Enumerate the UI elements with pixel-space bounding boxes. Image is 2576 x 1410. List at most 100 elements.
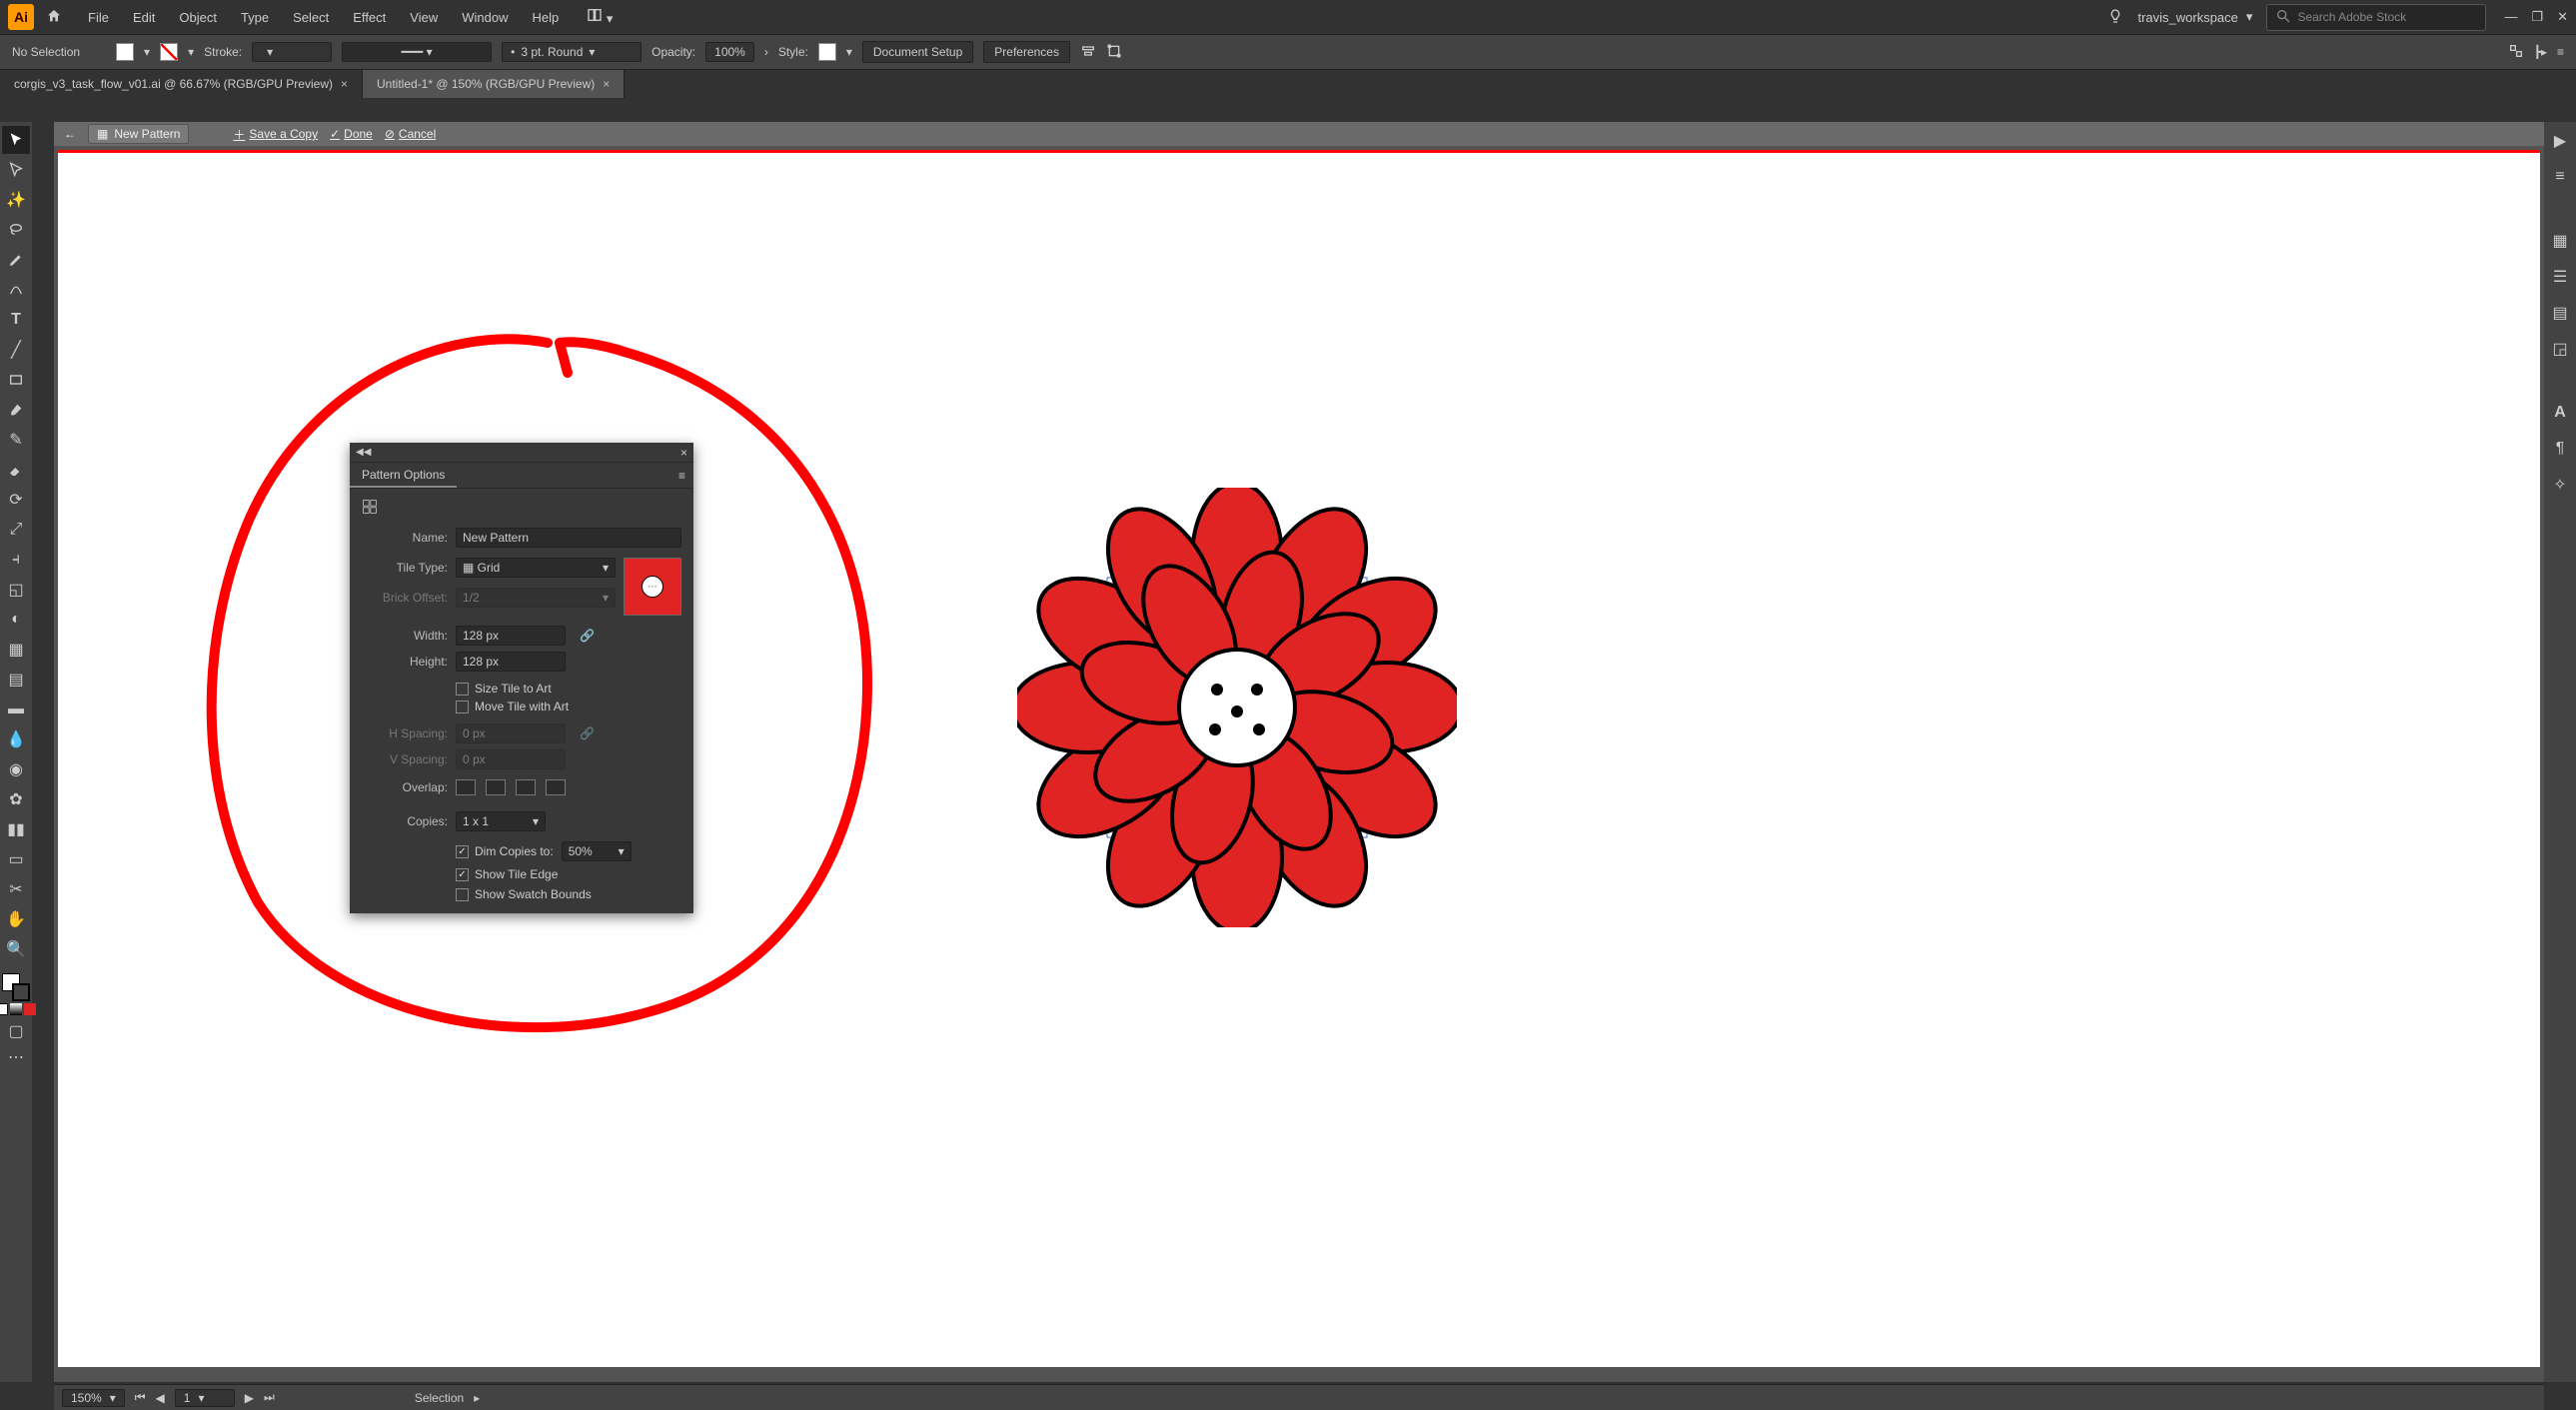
document-tab[interactable]: corgis_v3_task_flow_v01.ai @ 66.67% (RGB…: [0, 70, 363, 98]
screen-mode[interactable]: ▢: [2, 1017, 30, 1045]
done-link[interactable]: ✓Done: [330, 127, 373, 141]
menu-type[interactable]: Type: [231, 6, 279, 29]
properties-panel-icon[interactable]: ≡: [2549, 166, 2571, 188]
menu-file[interactable]: File: [78, 6, 119, 29]
arrange-documents-icon[interactable]: ▾: [587, 7, 613, 27]
type-tool[interactable]: T: [2, 306, 30, 334]
menu-help[interactable]: Help: [522, 6, 569, 29]
document-setup-button[interactable]: Document Setup: [862, 41, 973, 63]
tile-type-select[interactable]: ▦ Grid▾: [456, 558, 616, 578]
menu-select[interactable]: Select: [283, 6, 339, 29]
panel-tab[interactable]: Pattern Options: [350, 463, 457, 488]
link-dimensions-icon[interactable]: 🔗: [580, 629, 595, 643]
selection-tool[interactable]: [2, 126, 30, 154]
minimize-button[interactable]: —: [2504, 9, 2517, 25]
character-panel-icon[interactable]: A: [2549, 402, 2571, 424]
collapse-icon[interactable]: ◀◀: [356, 447, 371, 458]
rectangle-tool[interactable]: [2, 366, 30, 394]
paragraph-panel-icon[interactable]: ¶: [2549, 438, 2571, 460]
color-mode-row[interactable]: [0, 1003, 36, 1015]
slice-tool[interactable]: ✂: [2, 875, 30, 903]
stroke-weight[interactable]: ▾: [252, 42, 332, 62]
shaper-tool[interactable]: ✎: [2, 426, 30, 454]
grid-panel-icon[interactable]: ▦: [2549, 230, 2571, 252]
canvas[interactable]: ◀◀ × Pattern Options ≡ Name: New Pattern: [54, 150, 2544, 1382]
close-tab-icon[interactable]: ×: [341, 77, 348, 91]
fill-swatch[interactable]: [116, 43, 134, 61]
blend-tool[interactable]: ◉: [2, 755, 30, 783]
move-tile-checkbox[interactable]: Move Tile with Art: [456, 700, 569, 713]
panel-menu-icon[interactable]: ≡: [2557, 45, 2564, 59]
column-graph-tool[interactable]: ▮▮: [2, 815, 30, 843]
preferences-button[interactable]: Preferences: [983, 41, 1070, 63]
pattern-options-panel[interactable]: ◀◀ × Pattern Options ≡ Name: New Pattern: [350, 443, 693, 913]
curvature-tool[interactable]: [2, 276, 30, 304]
status-flyout-icon[interactable]: ▸: [474, 1391, 480, 1405]
libraries-icon[interactable]: ☰: [2549, 266, 2571, 288]
menu-object[interactable]: Object: [169, 6, 227, 29]
brush-definition[interactable]: • 3 pt. Round ▾: [502, 42, 642, 62]
shape-builder-tool[interactable]: ◐: [2, 606, 30, 634]
flower-artwork[interactable]: [1017, 488, 1457, 932]
transform-icon[interactable]: [1106, 43, 1122, 62]
pattern-tile-tool-icon[interactable]: [362, 499, 378, 518]
gradient-tool[interactable]: ▬: [2, 696, 30, 723]
fill-stroke-control[interactable]: [2, 973, 30, 1001]
eraser-tool[interactable]: [2, 456, 30, 484]
menu-view[interactable]: View: [400, 6, 448, 29]
layers-icon[interactable]: ▤: [2549, 302, 2571, 324]
save-a-copy-link[interactable]: ＋Save a Copy: [233, 126, 318, 143]
zoom-level[interactable]: 150% ▾: [62, 1389, 125, 1407]
magic-wand-tool[interactable]: ✨: [2, 186, 30, 214]
overlap-right[interactable]: [486, 779, 506, 795]
artboard[interactable]: ◀◀ × Pattern Options ≡ Name: New Pattern: [58, 150, 2540, 1367]
paintbrush-tool[interactable]: [2, 396, 30, 424]
lasso-tool[interactable]: [2, 216, 30, 244]
prefs-flyout-icon[interactable]: ┣▸: [2534, 45, 2547, 59]
pen-tool[interactable]: [2, 246, 30, 274]
symbol-sprayer-tool[interactable]: ✿: [2, 785, 30, 813]
asset-export-icon[interactable]: ◲: [2549, 338, 2571, 360]
panel-menu-icon[interactable]: ≡: [670, 469, 693, 483]
artboard-number[interactable]: 1 ▾: [175, 1389, 235, 1407]
dim-copies-value[interactable]: 50%▾: [562, 841, 632, 861]
glyphs-panel-icon[interactable]: ✧: [2549, 474, 2571, 496]
direct-selection-tool[interactable]: [2, 156, 30, 184]
align-icon[interactable]: [1080, 43, 1096, 62]
width-tool[interactable]: ⫞: [2, 546, 30, 574]
cancel-link[interactable]: ⊘Cancel: [385, 127, 436, 141]
first-artboard-icon[interactable]: ⏮: [135, 1390, 146, 1405]
zoom-tool[interactable]: 🔍: [2, 935, 30, 963]
next-artboard-icon[interactable]: ▶: [245, 1391, 254, 1405]
show-swatch-bounds-checkbox[interactable]: Show Swatch Bounds: [456, 887, 592, 901]
variable-width-profile[interactable]: ━━━ ▾: [342, 42, 492, 62]
dim-copies-checkbox[interactable]: Dim Copies to:: [456, 844, 554, 858]
stroke-swatch[interactable]: [160, 43, 178, 61]
opacity-value[interactable]: 100%: [705, 42, 754, 62]
close-panel-icon[interactable]: ×: [680, 446, 687, 460]
menu-edit[interactable]: Edit: [123, 6, 165, 29]
width-input[interactable]: 128 px: [456, 626, 566, 646]
size-tile-checkbox[interactable]: Size Tile to Art: [456, 682, 552, 696]
name-input[interactable]: New Pattern: [456, 528, 681, 548]
free-transform-tool[interactable]: ◱: [2, 576, 30, 604]
document-tab-active[interactable]: Untitled-1* @ 150% (RGB/GPU Preview) ×: [363, 70, 625, 98]
opacity-flyout[interactable]: ›: [764, 45, 768, 59]
show-tile-edge-checkbox[interactable]: Show Tile Edge: [456, 867, 558, 881]
maximize-button[interactable]: ❐: [2531, 9, 2543, 25]
height-input[interactable]: 128 px: [456, 652, 566, 672]
close-tab-icon[interactable]: ×: [603, 77, 610, 91]
overlap-left[interactable]: [456, 779, 476, 795]
close-window-button[interactable]: ✕: [2557, 9, 2568, 25]
prev-artboard-icon[interactable]: ◀: [156, 1391, 165, 1405]
menu-window[interactable]: Window: [452, 6, 518, 29]
scale-tool[interactable]: ⤢: [2, 516, 30, 544]
rotate-tool[interactable]: ⟳: [2, 486, 30, 514]
overlap-top[interactable]: [516, 779, 536, 795]
perspective-grid-tool[interactable]: ▦: [2, 636, 30, 664]
last-artboard-icon[interactable]: ⏭: [264, 1390, 275, 1405]
artboard-tool[interactable]: ▭: [2, 845, 30, 873]
lightbulb-icon[interactable]: [2107, 8, 2123, 27]
menu-effect[interactable]: Effect: [343, 6, 396, 29]
overlap-bottom[interactable]: [546, 779, 566, 795]
